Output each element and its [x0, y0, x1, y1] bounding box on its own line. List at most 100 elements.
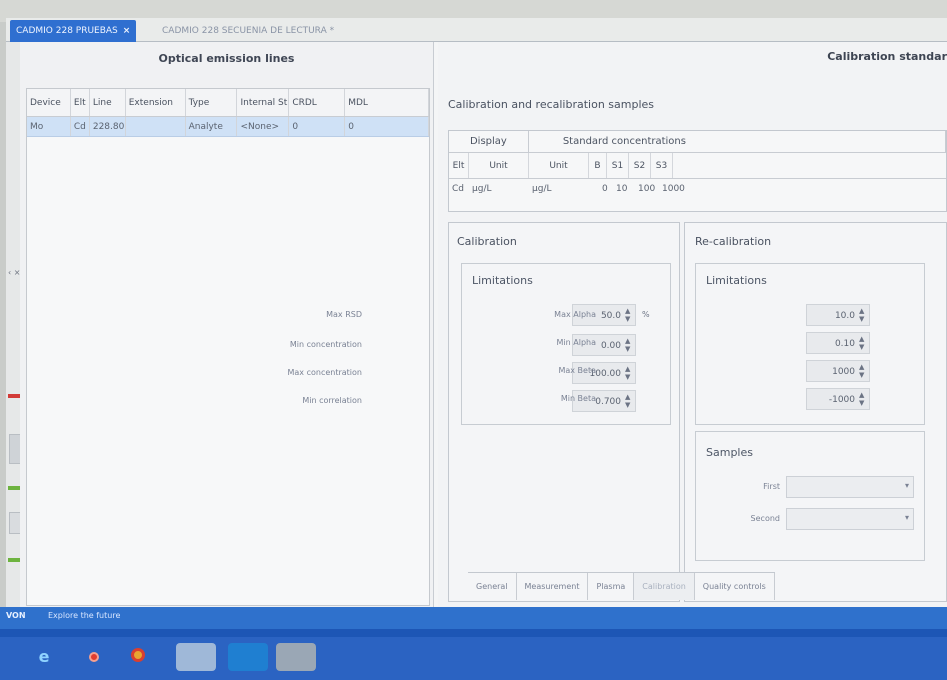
cell-crdl: 0 [289, 117, 346, 136]
windows-taskbar: e [0, 629, 947, 680]
cell-extension [126, 117, 186, 136]
recalibration-title: Re-calibration [695, 235, 772, 248]
optical-lines-grid: Device Elt Line Extension Type Internal … [26, 88, 430, 606]
col-elt[interactable]: Elt [71, 89, 90, 116]
calibration-pane: Calibration standar Calibration and reca… [288, 42, 947, 607]
spinner-icon[interactable]: ▲ ▼ [625, 365, 630, 381]
samples-group: Samples First ▾ Second ▾ [695, 431, 925, 561]
spinner-icon[interactable]: ▲ ▼ [859, 335, 864, 351]
val-s3: 1000 [662, 184, 685, 194]
status-bar: VON Explore the future [0, 607, 947, 629]
first-sample-select[interactable]: ▾ [786, 476, 914, 498]
chevron-down-icon: ▾ [904, 481, 909, 490]
val-unit-2: µg/L [532, 184, 552, 194]
cell-type: Analyte [186, 117, 238, 136]
recalibration-limitations: Limitations Max Alpha 10.0 ▲ ▼ Min Alpha … [554, 263, 925, 425]
cell-line: 228.80 [90, 117, 126, 136]
status-left-text: VON [6, 611, 26, 620]
calibration-standard-title: Calibration standar [827, 50, 947, 63]
document-tab-strip: CADMIO 228 PRUEBAS × CADMIO 228 SECUENIA … [6, 18, 947, 42]
spinner-icon[interactable]: ▲ ▼ [625, 307, 630, 323]
samples-title: Samples [706, 446, 753, 459]
sub-s2: S2 [629, 153, 651, 178]
standards-header: Display Standard concentrations [449, 131, 946, 153]
val-unit: µg/L [472, 184, 492, 194]
record-icon[interactable] [80, 643, 108, 671]
min-concentration-label: Min concentration [289, 340, 362, 349]
calibration-samples-title: Calibration and recalibration samples [448, 98, 655, 111]
recalibration-group: Re-calibration Limitations Max Alpha 10.… [554, 222, 947, 602]
tab-inactive-label: CADMIO 228 SECUENIA DE LECTURA * [162, 26, 335, 36]
tab-general[interactable]: General [468, 573, 517, 600]
spinner-icon[interactable]: ▲ ▼ [859, 363, 864, 379]
tab-measurement[interactable]: Measurement [517, 573, 589, 600]
cell-mdl: 0 [345, 117, 429, 136]
val-s1: 10 [616, 184, 628, 194]
col-type[interactable]: Type [186, 89, 238, 116]
max-alpha-label: Max Alpha [554, 310, 596, 319]
spinner-icon[interactable]: ▲ ▼ [859, 391, 864, 407]
grid-header: Device Elt Line Extension Type Internal … [27, 89, 429, 117]
standards-values-row[interactable]: Cd µg/L µg/L 0 10 100 1000 [449, 179, 946, 199]
col-line[interactable]: Line [90, 89, 126, 116]
second-label: Second [750, 514, 780, 523]
cell-device: Mo [27, 117, 71, 136]
max-concentration-label: Max concentration [287, 368, 363, 377]
taskbar-top-stripe [0, 629, 947, 637]
min-beta-label: Min Beta [560, 394, 596, 403]
calibration-title: Calibration [457, 235, 517, 248]
tab-cadmio-secuencia[interactable]: CADMIO 228 SECUENIA DE LECTURA * [156, 20, 340, 42]
col-crdl[interactable]: CRDL [289, 89, 346, 116]
cell-elt: Cd [71, 117, 90, 136]
standards-table: Display Standard concentrations Elt Unit… [448, 130, 947, 212]
val-s2: 100 [638, 184, 656, 194]
table-row[interactable]: Mo Cd 228.80 Analyte <None> 0 0 [27, 117, 429, 137]
calibration-group: Calibration Limitations Max RSD 50.0 ▲ ▼ … [288, 222, 680, 602]
standard-concentrations-tab[interactable]: Standard concentrations [529, 131, 946, 152]
tab-plasma[interactable]: Plasma [588, 573, 635, 600]
folder-icon[interactable] [176, 643, 216, 671]
col-device[interactable]: Device [27, 89, 71, 116]
optical-panel-title: Optical emission lines [158, 52, 295, 65]
app-window-icon-2[interactable] [276, 643, 316, 671]
tab-quality-controls[interactable]: Quality controls [695, 573, 775, 600]
sub-unit: Unit [469, 153, 529, 178]
max-rsd-unit: % [642, 310, 650, 319]
min-alpha-label: Min Alpha [556, 338, 596, 347]
recalibration-limitations-title: Limitations [706, 274, 767, 287]
max-beta-label: Max Beta [558, 366, 596, 375]
status-message: Explore the future [48, 611, 121, 620]
application-window: ‹ × Optical emission lines Device Elt Li… [6, 42, 947, 607]
val-b: 0 [602, 184, 608, 194]
calibration-limitations-title: Limitations [472, 274, 533, 287]
spinner-icon[interactable]: ▲ ▼ [859, 307, 864, 323]
standards-subheader: Elt Unit Unit B S1 S2 S3 [449, 153, 946, 179]
second-sample-select[interactable]: ▾ [786, 508, 914, 530]
optical-emission-panel: Optical emission lines Device Elt Line E… [20, 42, 434, 607]
sub-unit-2: Unit [529, 153, 589, 178]
min-correlation-label: Min correlation [302, 396, 362, 405]
chevron-down-icon: ▾ [904, 513, 909, 522]
col-extension[interactable]: Extension [126, 89, 186, 116]
col-internal-std[interactable]: Internal Sti [237, 89, 290, 116]
sub-s1: S1 [607, 153, 629, 178]
val-elt: Cd [452, 184, 464, 194]
col-mdl[interactable]: MDL [345, 89, 429, 116]
sub-elt: Elt [449, 153, 469, 178]
display-tab[interactable]: Display [449, 131, 529, 152]
cell-internal-std: <None> [237, 117, 290, 136]
tab-cadmio-pruebas[interactable]: CADMIO 228 PRUEBAS × [10, 20, 137, 42]
app-window-icon[interactable] [228, 643, 268, 671]
method-tabs: General Measurement Plasma Calibration Q… [468, 572, 775, 600]
first-label: First [763, 482, 780, 491]
sub-s3: S3 [651, 153, 673, 178]
chrome-icon[interactable] [124, 643, 152, 671]
spinner-icon[interactable]: ▲ ▼ [625, 393, 630, 409]
sub-b: B [589, 153, 607, 178]
spinner-icon[interactable]: ▲ ▼ [625, 337, 630, 353]
tab-close-icon[interactable]: × [123, 26, 131, 36]
tab-calibration[interactable]: Calibration [634, 573, 695, 600]
internet-explorer-icon[interactable]: e [30, 643, 58, 671]
left-strip-marker: ‹ × [8, 268, 21, 277]
tab-active-label: CADMIO 228 PRUEBAS [16, 26, 118, 36]
